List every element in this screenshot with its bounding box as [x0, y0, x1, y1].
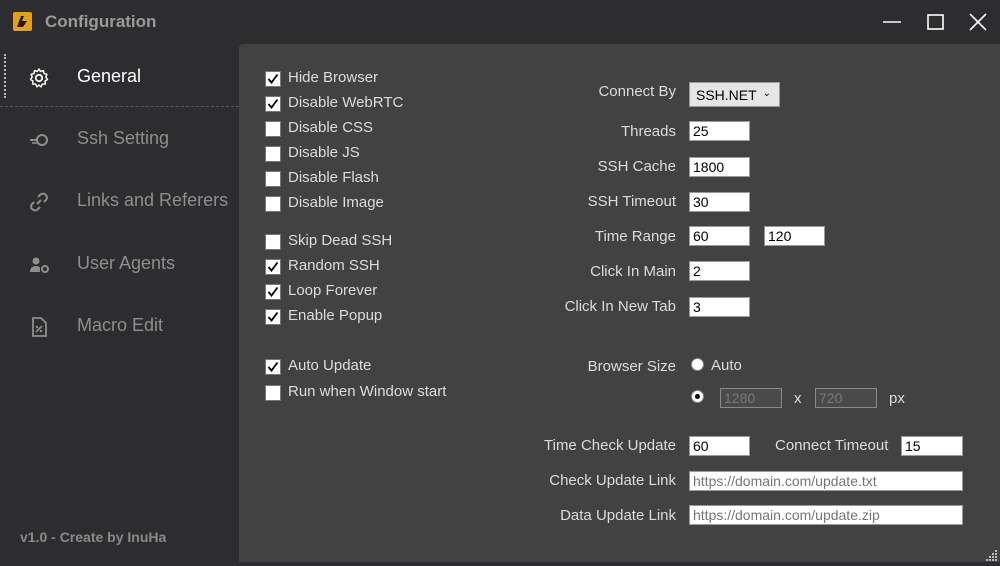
config-window: Configuration General Ssh Setting Links …	[0, 0, 1000, 562]
ssh-timeout-label: SSH Timeout	[587, 193, 676, 210]
sidebar-item-label: General	[77, 66, 142, 86]
checkbox-box[interactable]	[265, 196, 281, 212]
macro-file-icon	[27, 315, 51, 339]
checkbox-label: Skip Dead SSH	[288, 232, 393, 249]
browser-height-input[interactable]	[815, 388, 877, 408]
browser-width-input[interactable]	[720, 388, 782, 408]
checkbox-label: Hide Browser	[288, 69, 379, 86]
checkbox-label: Disable Image	[288, 194, 384, 211]
minimize-button[interactable]	[872, 6, 912, 38]
browser-size-custom-radio[interactable]	[691, 390, 704, 403]
click-in-main-input[interactable]	[689, 261, 750, 281]
check-update-link-label: Check Update Link	[549, 472, 676, 489]
checkbox-box[interactable]	[265, 234, 281, 250]
data-update-link-input[interactable]	[689, 505, 963, 525]
checkbox-label: Auto Update	[288, 357, 372, 374]
sidebar-item-macro-edit[interactable]: Macro Edit	[0, 295, 239, 355]
data-update-link-label: Data Update Link	[560, 507, 676, 524]
version-label: v1.0 - Create by InuHa	[20, 529, 167, 545]
checkbox-label: Random SSH	[288, 257, 380, 274]
ssh-cache-label: SSH Cache	[597, 158, 676, 175]
sidebar-item-user-agents[interactable]: User Agents	[0, 233, 239, 293]
time-range-min-input[interactable]	[689, 226, 750, 246]
checkbox-label: Loop Forever	[288, 282, 378, 299]
connect-by-value: SSH.NET	[696, 87, 757, 103]
time-range-label: Time Range	[594, 228, 676, 245]
checkbox-label: Disable JS	[288, 144, 360, 161]
checkbox-label: Disable WebRTC	[288, 94, 404, 111]
resize-grip-icon[interactable]	[986, 548, 998, 561]
connect-by-select[interactable]: SSH.NET ⌄	[689, 82, 780, 107]
click-in-new-tab-label: Click In New Tab	[564, 298, 676, 315]
sidebar: General Ssh Setting Links and Referers U…	[0, 44, 239, 562]
connect-by-label: Connect By	[598, 83, 676, 100]
checkbox-box[interactable]	[265, 121, 281, 137]
general-panel: Hide Browser Disable WebRTC Disable CSS …	[239, 44, 1000, 562]
checkbox-label: Disable Flash	[288, 169, 379, 186]
sidebar-item-ssh-setting[interactable]: Ssh Setting	[0, 108, 239, 168]
click-in-main-label: Click In Main	[590, 263, 676, 280]
time-check-update-label: Time Check Update	[544, 437, 676, 454]
browser-size-label: Browser Size	[587, 358, 676, 375]
checkbox-box[interactable]	[265, 146, 281, 162]
time-range-max-input[interactable]	[764, 226, 825, 246]
checkbox-box[interactable]	[265, 284, 281, 300]
user-gear-icon	[27, 253, 51, 277]
click-in-new-tab-input[interactable]	[689, 297, 750, 317]
connect-timeout-input[interactable]	[901, 436, 963, 456]
ssh-cache-input[interactable]	[689, 157, 750, 177]
time-check-update-input[interactable]	[689, 436, 750, 456]
window-title: Configuration	[45, 12, 157, 31]
checkbox-box[interactable]	[265, 96, 281, 112]
checkbox-box[interactable]	[265, 259, 281, 275]
sidebar-item-label: User Agents	[77, 253, 176, 273]
threads-input[interactable]	[689, 121, 750, 141]
ssh-timeout-input[interactable]	[689, 192, 750, 212]
link-icon	[27, 190, 51, 214]
title-bar[interactable]: Configuration	[0, 0, 1000, 44]
checkbox-label: Enable Popup	[288, 307, 383, 324]
checkbox-box[interactable]	[265, 171, 281, 187]
sidebar-item-label: Macro Edit	[77, 315, 164, 335]
checkbox-box[interactable]	[265, 385, 281, 401]
checkbox-box[interactable]	[265, 359, 281, 375]
checkbox-box[interactable]	[265, 309, 281, 325]
maximize-button[interactable]	[916, 6, 956, 38]
gear-icon	[27, 66, 51, 90]
app-logo-icon	[13, 12, 32, 31]
checkbox-label: Disable CSS	[288, 119, 374, 136]
active-indicator	[4, 54, 8, 98]
sidebar-item-label: Links and Referers	[77, 190, 229, 210]
sidebar-item-general[interactable]: General	[0, 46, 239, 107]
browser-size-auto-radio[interactable]	[691, 358, 704, 371]
ssh-icon	[27, 128, 51, 152]
sidebar-item-links[interactable]: Links and Referers	[0, 170, 239, 230]
checkbox-box[interactable]	[265, 71, 281, 87]
chevron-down-icon: ⌄	[762, 88, 771, 99]
check-update-link-input[interactable]	[689, 471, 963, 491]
size-unit: px	[889, 390, 905, 407]
checkbox-label: Run when Window start	[288, 383, 447, 400]
connect-timeout-label: Connect Timeout	[775, 437, 889, 454]
browser-size-auto-label: Auto	[711, 357, 742, 374]
sidebar-item-label: Ssh Setting	[77, 128, 170, 148]
threads-label: Threads	[620, 123, 676, 140]
close-button[interactable]	[958, 6, 998, 38]
size-separator: x	[794, 390, 802, 407]
